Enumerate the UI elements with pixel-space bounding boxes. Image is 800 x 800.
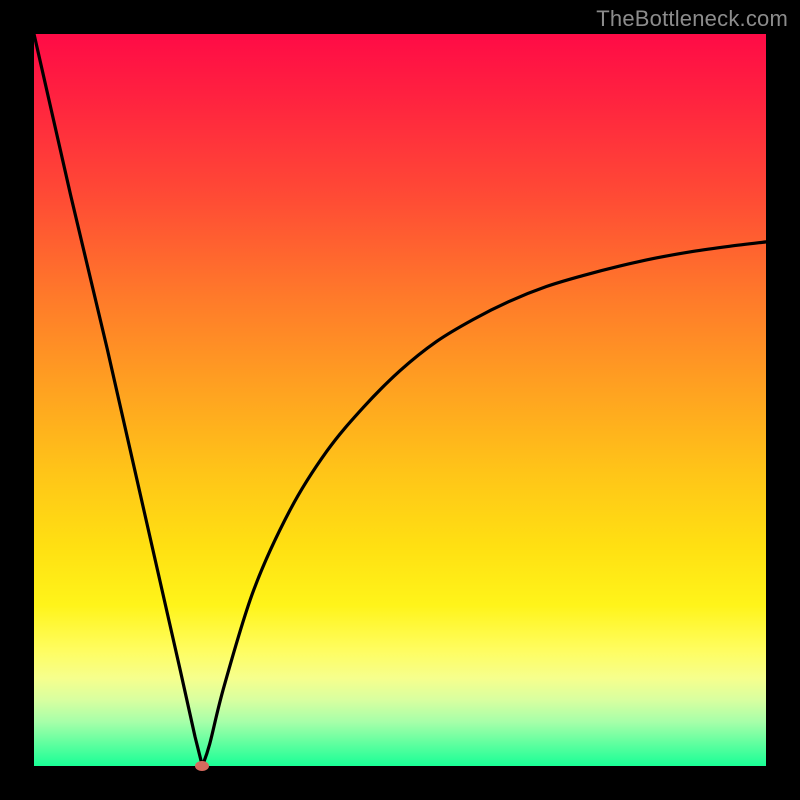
chart-frame: TheBottleneck.com (0, 0, 800, 800)
bottleneck-curve (34, 34, 766, 766)
plot-area (34, 34, 766, 766)
watermark-text: TheBottleneck.com (596, 6, 788, 32)
minimum-marker (195, 761, 209, 771)
